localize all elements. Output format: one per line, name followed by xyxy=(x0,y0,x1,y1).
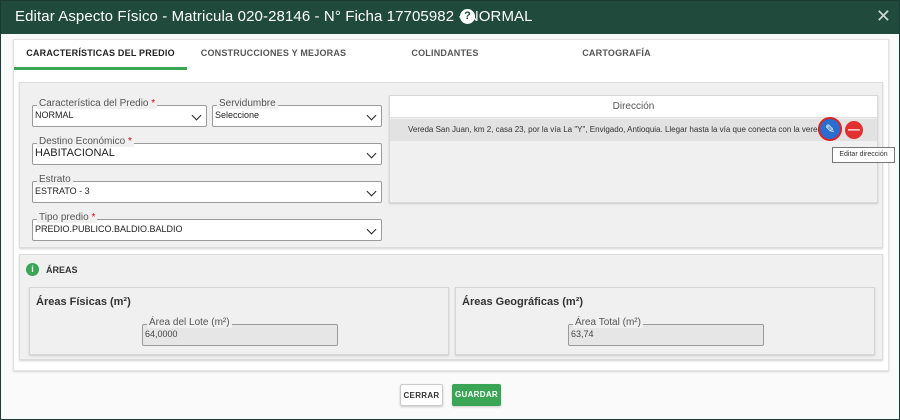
destino-label: Destino Económico * xyxy=(37,136,134,147)
close-icon[interactable]: ✕ xyxy=(876,6,891,26)
edit-address-button[interactable]: ✎ xyxy=(818,117,842,141)
direccion-header: Dirección xyxy=(390,96,877,118)
dialog-title: Editar Aspecto Físico - Matricula 020-28… xyxy=(15,8,533,25)
dialog-titlebar: Editar Aspecto Físico - Matricula 020-28… xyxy=(1,1,899,34)
estrato-value: ESTRATO - 3 xyxy=(35,186,90,196)
tab-caracteristicas[interactable]: CARACTERÍSTICAS DEL PREDIO xyxy=(14,40,187,70)
close-button[interactable]: CERRAR xyxy=(400,384,443,406)
edit-physical-aspect-dialog: Editar Aspecto Físico - Matricula 020-28… xyxy=(0,0,900,420)
chevron-down-icon xyxy=(191,110,202,121)
areas-title: ÁREAS xyxy=(46,265,78,275)
area-total-field: Área Total (m²) 63,74 xyxy=(568,317,764,346)
caracteristica-label: Característica del Predio * xyxy=(37,98,158,109)
caracteristica-select[interactable]: Característica del Predio * NORMAL xyxy=(32,98,207,127)
caracteristica-value: NORMAL xyxy=(35,110,74,120)
area-total-label: Área Total (m²) xyxy=(573,317,643,328)
main-panel: CARACTERÍSTICAS DEL PREDIO CONSTRUCCIONE… xyxy=(13,39,895,371)
area-lote-field: Área del Lote (m²) 64,0000 xyxy=(142,317,338,346)
tipo-predio-value: PREDIO.PUBLICO.BALDIO.BALDIO xyxy=(35,224,183,234)
direccion-row: Vereda San Juan, km 2, casa 23, por la v… xyxy=(390,119,877,141)
direccion-text: Vereda San Juan, km 2, casa 23, por la v… xyxy=(408,125,827,134)
area-total-value: 63,74 xyxy=(571,329,594,339)
edit-address-tooltip: Editar dirección xyxy=(832,147,895,163)
pencil-icon: ✎ xyxy=(824,122,836,136)
estrato-select[interactable]: Estrato ESTRATO - 3 xyxy=(32,174,382,203)
areas-geograficas-panel: Áreas Geográficas (m²) Área Total (m²) 6… xyxy=(455,287,875,355)
servidumbre-select[interactable]: Servidumbre Seleccione xyxy=(212,98,382,127)
tipo-predio-label: Tipo predio * xyxy=(37,212,98,223)
chevron-down-icon xyxy=(366,148,377,159)
servidumbre-value: Seleccione xyxy=(215,110,260,120)
chevron-down-icon xyxy=(366,186,377,197)
areas-fisicas-panel: Áreas Físicas (m²) Área del Lote (m²) 64… xyxy=(29,287,449,355)
minus-icon: — xyxy=(848,122,860,136)
tab-colindantes[interactable]: COLINDANTES xyxy=(360,40,530,70)
destino-select[interactable]: Destino Económico * HABITACIONAL xyxy=(32,136,382,165)
save-button[interactable]: GUARDAR xyxy=(452,384,501,406)
chevron-down-icon xyxy=(366,110,377,121)
tab-construcciones[interactable]: CONSTRUCCIONES Y MEJORAS xyxy=(187,40,360,70)
tipo-predio-select[interactable]: Tipo predio * PREDIO.PUBLICO.BALDIO.BALD… xyxy=(32,212,382,241)
remove-address-button[interactable]: — xyxy=(845,121,863,139)
areas-section: i ÁREAS Áreas Físicas (m²) Área del Lote… xyxy=(19,254,883,360)
tab-cartografia[interactable]: CARTOGRAFÍA xyxy=(530,40,703,70)
areas-geograficas-title: Áreas Geográficas (m²) xyxy=(462,296,584,308)
chevron-down-icon xyxy=(366,224,377,235)
tab-bar: CARACTERÍSTICAS DEL PREDIO CONSTRUCCIONE… xyxy=(14,40,888,70)
estrato-label: Estrato xyxy=(37,174,73,185)
servidumbre-label: Servidumbre xyxy=(217,98,278,109)
help-icon[interactable]: ? xyxy=(460,9,475,24)
areas-fisicas-title: Áreas Físicas (m²) xyxy=(36,296,131,308)
destino-value: HABITACIONAL xyxy=(35,147,115,159)
direccion-table: Dirección Vereda San Juan, km 2, casa 23… xyxy=(389,95,895,203)
info-icon: i xyxy=(26,263,39,276)
area-lote-value: 64,0000 xyxy=(145,329,178,339)
area-lote-label: Área del Lote (m²) xyxy=(147,317,232,328)
property-characteristics-section: Característica del Predio * NORMAL Servi… xyxy=(19,82,895,248)
